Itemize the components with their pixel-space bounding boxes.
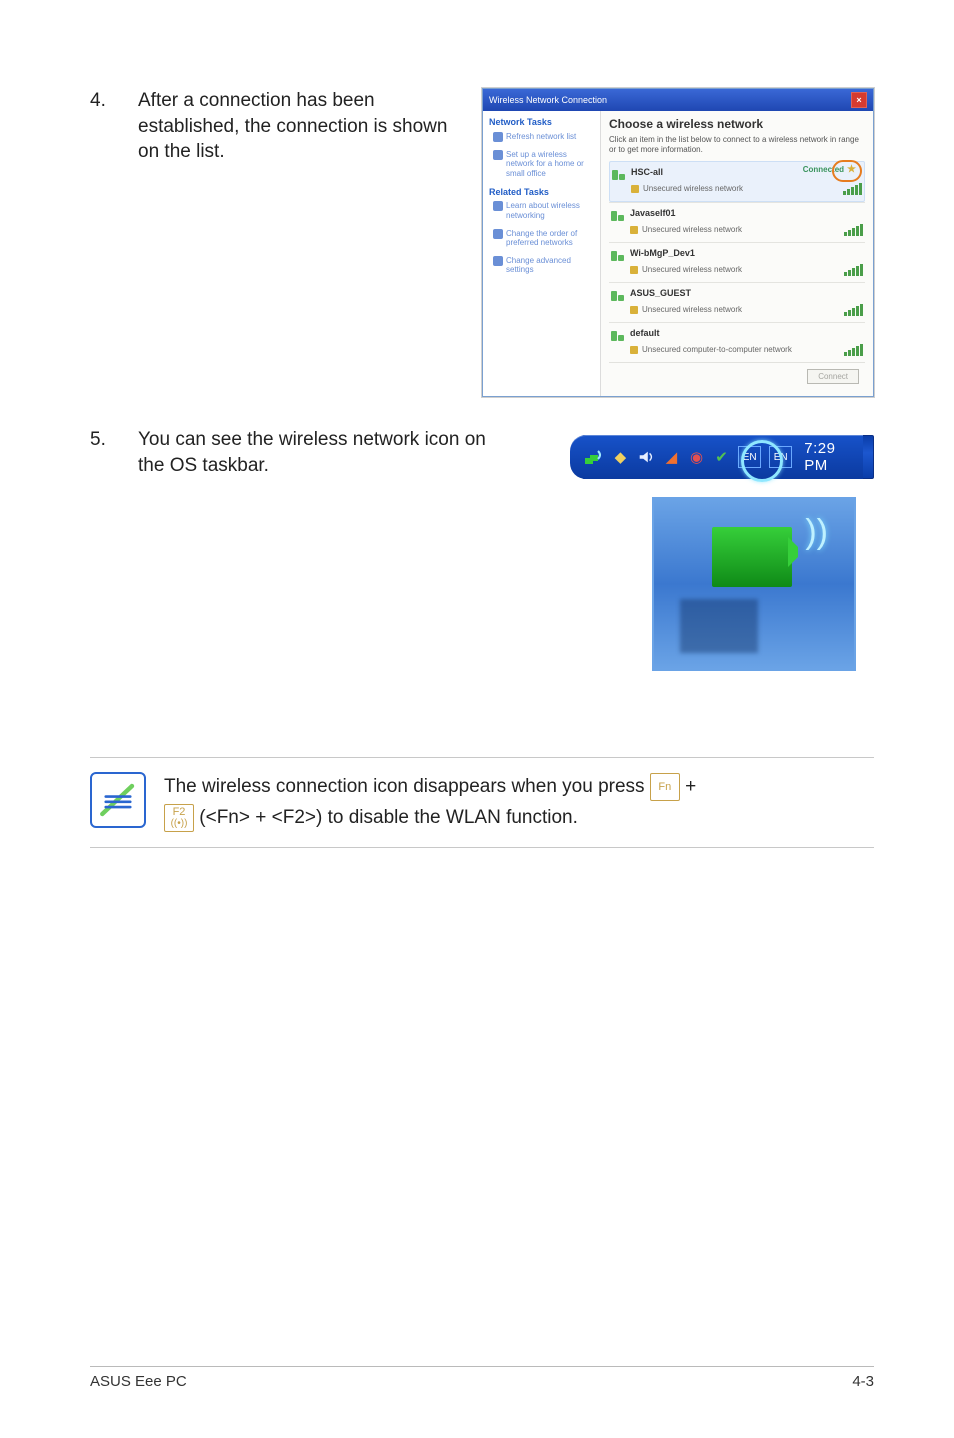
- signal-icon: [611, 287, 625, 301]
- lock-icon: [631, 185, 639, 193]
- task-advanced-label: Change advanced settings: [506, 256, 594, 275]
- task-learn-label: Learn about wireless networking: [506, 201, 594, 220]
- close-icon[interactable]: ×: [851, 92, 867, 108]
- network-item[interactable]: Javaself01 Unsecured wireless network: [609, 202, 865, 242]
- lock-icon: [630, 306, 638, 314]
- right-heading: Choose a wireless network: [609, 117, 865, 131]
- lock-icon: [630, 346, 638, 354]
- connected-label: Connected: [803, 165, 844, 175]
- network-item-connected[interactable]: HSC-all Connected ★ Unsecured: [609, 161, 865, 202]
- note-text-1: The wireless connection icon disappears …: [164, 776, 650, 797]
- note-plus: +: [685, 776, 696, 797]
- refresh-icon: [493, 132, 503, 142]
- tray-icon[interactable]: ◢: [663, 447, 680, 467]
- task-setup[interactable]: Set up a wireless network for a home or …: [493, 150, 594, 179]
- network-security: Unsecured wireless network: [630, 305, 742, 315]
- signal-bars-icon: [844, 264, 863, 276]
- signal-bars-icon: [843, 183, 862, 195]
- lock-icon: [630, 266, 638, 274]
- task-learn[interactable]: Learn about wireless networking: [493, 201, 594, 220]
- task-order[interactable]: Change the order of preferred networks: [493, 229, 594, 248]
- lock-icon: [630, 226, 638, 234]
- network-security-label: Unsecured wireless network: [642, 265, 742, 275]
- network-security-label: Unsecured wireless network: [642, 305, 742, 315]
- signal-icon: [611, 207, 625, 221]
- task-setup-label: Set up a wireless network for a home or …: [506, 150, 594, 179]
- dialog-right-panel: Choose a wireless network Click an item …: [601, 111, 873, 396]
- taskbar: ◆ ◢ ◉ ✔ EN EN 7:29 PM: [582, 435, 874, 479]
- footer-left: ASUS Eee PC: [90, 1373, 187, 1390]
- highlight-circle-icon: [741, 440, 783, 482]
- dialog-title: Wireless Network Connection: [489, 95, 607, 106]
- task-refresh[interactable]: Refresh network list: [493, 132, 594, 142]
- footer-right: 4-3: [852, 1373, 874, 1390]
- zoomed-tray-icon: )): [652, 497, 856, 671]
- network-security: Unsecured wireless network: [630, 225, 742, 235]
- network-item[interactable]: Wi-bMgP_Dev1 Unsecured wireless network: [609, 242, 865, 282]
- network-name: HSC-all: [631, 167, 663, 178]
- network-item[interactable]: ASUS_GUEST Unsecured wireless network: [609, 282, 865, 322]
- step-4-number: 4.: [90, 88, 116, 115]
- learn-icon: [493, 201, 503, 211]
- note-icon: [90, 772, 146, 828]
- step-5-number: 5.: [90, 427, 116, 454]
- network-security-label: Unsecured computer-to-computer network: [642, 345, 792, 355]
- signal-icon: [611, 247, 625, 261]
- signal-bars-icon: [844, 304, 863, 316]
- f2-key-icon: F2 ((•)): [164, 804, 194, 832]
- dialog-titlebar: Wireless Network Connection ×: [483, 89, 873, 111]
- network-security-label: Unsecured wireless network: [642, 225, 742, 235]
- tray-icon[interactable]: ◉: [688, 447, 705, 467]
- wireless-network-icon-zoom: [712, 527, 792, 587]
- step-4-figure: Wireless Network Connection × Network Ta…: [482, 88, 874, 397]
- connect-button[interactable]: Connect: [807, 369, 859, 385]
- order-icon: [493, 229, 503, 239]
- step-5: 5. You can see the wireless network icon…: [90, 427, 874, 687]
- task-refresh-label: Refresh network list: [506, 132, 576, 142]
- tray-icon[interactable]: ✔: [713, 447, 730, 467]
- network-security-label: Unsecured wireless network: [643, 184, 743, 194]
- signal-bars-icon: [844, 224, 863, 236]
- system-tray: ◆ ◢ ◉ ✔ EN EN 7:29 PM: [570, 435, 863, 479]
- network-item[interactable]: default Unsecured computer-to-computer n…: [609, 322, 865, 362]
- dialog-left-panel: Network Tasks Refresh network list Set u…: [483, 111, 601, 396]
- network-security: Unsecured wireless network: [631, 184, 743, 194]
- network-name: ASUS_GUEST: [630, 288, 691, 299]
- fn-key-icon: Fn: [650, 773, 680, 801]
- note-callout: The wireless connection icon disappears …: [90, 757, 874, 848]
- network-name: Wi-bMgP_Dev1: [630, 248, 695, 259]
- volume-icon[interactable]: [637, 447, 655, 467]
- setup-icon: [493, 150, 503, 160]
- tray-clock[interactable]: 7:29 PM: [804, 440, 855, 474]
- gear-icon: [493, 256, 503, 266]
- step-5-figure: ◆ ◢ ◉ ✔ EN EN 7:29 PM )): [522, 427, 874, 687]
- signal-bars-icon: [844, 344, 863, 356]
- network-name: Javaself01: [630, 208, 676, 219]
- left-header-tasks: Network Tasks: [489, 117, 594, 128]
- step-5-text: You can see the wireless network icon on…: [138, 427, 500, 478]
- note-body: The wireless connection icon disappears …: [164, 772, 696, 833]
- step-4: 4. After a connection has been establish…: [90, 88, 874, 397]
- dialog-footer: Connect: [609, 362, 865, 391]
- network-name: default: [630, 328, 660, 339]
- task-advanced[interactable]: Change advanced settings: [493, 256, 594, 275]
- step-4-text: After a connection has been established,…: [138, 88, 460, 165]
- signal-wave-icon: )): [805, 513, 828, 552]
- page-footer: ASUS Eee PC 4-3: [90, 1366, 874, 1390]
- star-icon: ★: [847, 164, 856, 176]
- note-text-2: (<Fn> + <F2>) to disable the WLAN functi…: [199, 807, 578, 828]
- connected-badge: Connected ★: [803, 164, 856, 176]
- wireless-network-icon[interactable]: [584, 447, 604, 467]
- network-security: Unsecured computer-to-computer network: [630, 345, 792, 355]
- right-subtext: Click an item in the list below to conne…: [609, 135, 865, 154]
- left-header-related: Related Tasks: [489, 187, 594, 198]
- signal-icon: [612, 166, 626, 180]
- task-order-label: Change the order of preferred networks: [506, 229, 594, 248]
- network-security: Unsecured wireless network: [630, 265, 742, 275]
- tray-icon[interactable]: ◆: [612, 447, 629, 467]
- signal-icon: [611, 327, 625, 341]
- wireless-network-dialog: Wireless Network Connection × Network Ta…: [482, 88, 874, 397]
